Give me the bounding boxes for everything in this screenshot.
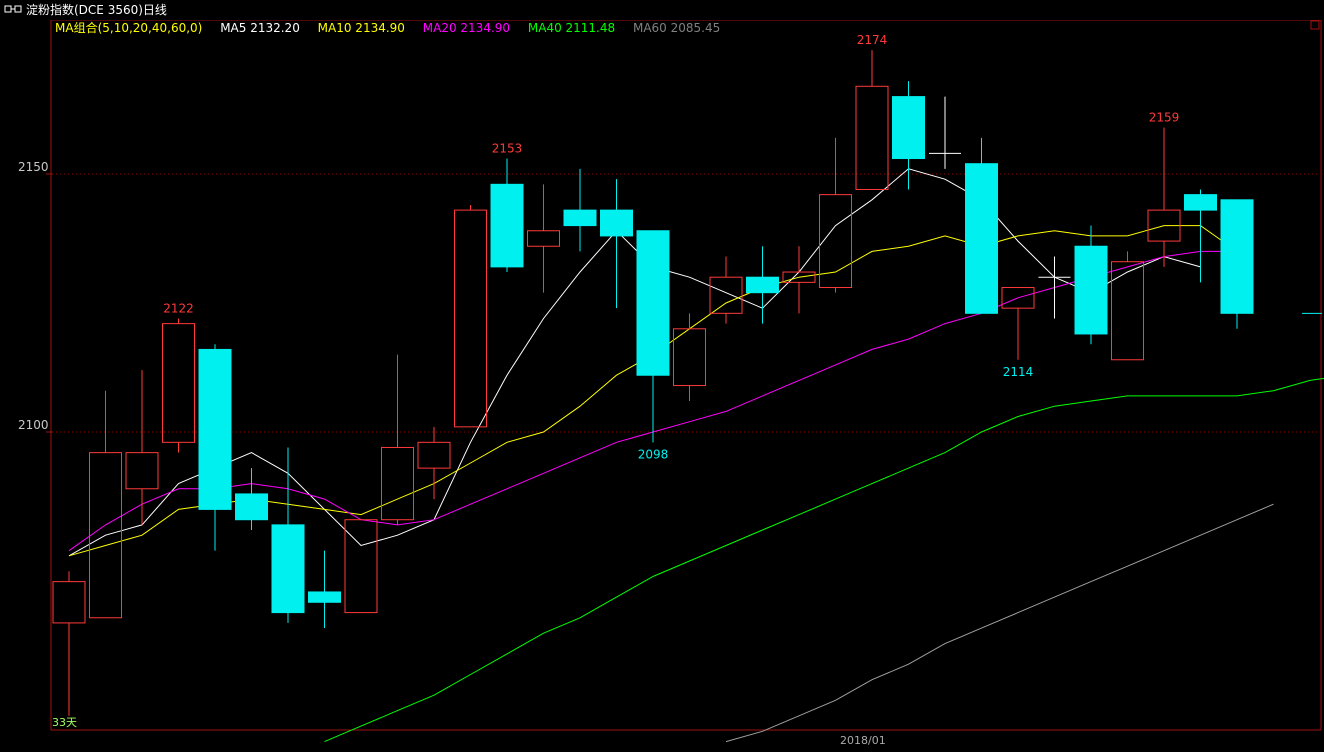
price-annotation: 2114 bbox=[1003, 365, 1034, 379]
moving-average-lines bbox=[68, 168, 1324, 743]
candle-body bbox=[308, 591, 341, 603]
price-annotation: 2153 bbox=[492, 142, 523, 156]
candle-down[interactable] bbox=[271, 447, 305, 623]
chart-title: 淀粉指数(DCE 3560)日线 bbox=[26, 3, 167, 17]
candle-up[interactable] bbox=[52, 571, 86, 716]
y-tick-label: 2150 bbox=[18, 160, 49, 174]
candle-down[interactable] bbox=[1220, 199, 1254, 329]
candle-body bbox=[490, 183, 524, 268]
candle-up[interactable] bbox=[855, 50, 889, 190]
candle-up[interactable] bbox=[673, 313, 706, 402]
candle-down[interactable] bbox=[490, 158, 524, 273]
candle-down[interactable] bbox=[892, 81, 925, 190]
period-count: 33天 bbox=[52, 716, 77, 729]
price-annotation: 2174 bbox=[857, 33, 888, 47]
candle-down[interactable] bbox=[965, 137, 998, 314]
candle-body bbox=[344, 519, 378, 614]
candle-body bbox=[563, 209, 597, 227]
candle-up[interactable] bbox=[162, 318, 195, 453]
candles[interactable] bbox=[52, 50, 1322, 716]
candle-down[interactable] bbox=[746, 246, 779, 324]
candle-up[interactable] bbox=[782, 246, 816, 314]
price-annotation: 2159 bbox=[1149, 111, 1180, 125]
kline-chart[interactable]: 2100 2150 2122 2153 2098 2174 2114 2159 bbox=[0, 0, 1324, 752]
candle-up[interactable] bbox=[344, 519, 378, 614]
price-annotations: 2122 2153 2098 2174 2114 2159 bbox=[163, 33, 1179, 461]
candle-body bbox=[454, 209, 487, 428]
chart-link-icon bbox=[4, 5, 22, 13]
candle-up[interactable] bbox=[125, 370, 159, 525]
candle-up[interactable] bbox=[819, 137, 852, 293]
candle-body bbox=[1111, 261, 1144, 361]
price-annotation: 2122 bbox=[163, 301, 194, 315]
candle-down[interactable] bbox=[1184, 189, 1217, 283]
candle-down[interactable] bbox=[308, 550, 341, 629]
ma-line-ma60 bbox=[725, 503, 1274, 743]
ma20-value: MA20 2134.90 bbox=[422, 21, 511, 35]
candle-down[interactable] bbox=[1074, 225, 1108, 345]
candle-body bbox=[235, 493, 268, 521]
candle-body bbox=[271, 524, 305, 614]
candle-body bbox=[527, 230, 560, 247]
candle-body bbox=[417, 441, 451, 469]
plot-border bbox=[50, 19, 1322, 731]
candle-body bbox=[709, 276, 743, 314]
ma-legend: MA组合(5,10,20,40,60,0) MA5 2132.20 MA10 2… bbox=[55, 20, 734, 36]
candle-up[interactable] bbox=[527, 184, 560, 293]
candle-up[interactable] bbox=[709, 256, 743, 324]
candle-body bbox=[1220, 199, 1254, 314]
candle-down[interactable] bbox=[636, 230, 670, 443]
candle-up[interactable] bbox=[929, 96, 961, 169]
candle-down[interactable] bbox=[563, 168, 597, 252]
candle-body bbox=[162, 323, 195, 443]
candle-body bbox=[1184, 194, 1217, 211]
price-annotation: 2098 bbox=[638, 447, 669, 461]
title-bar: 淀粉指数(DCE 3560)日线 bbox=[0, 0, 1324, 20]
candle-body bbox=[965, 163, 998, 314]
ma40-value: MA40 2111.48 bbox=[527, 21, 616, 35]
candle-up[interactable] bbox=[89, 390, 122, 619]
y-axis: 2100 2150 bbox=[18, 160, 52, 433]
candle-down[interactable] bbox=[198, 344, 232, 551]
menu-dots-icon[interactable] bbox=[1310, 20, 1320, 30]
candle-body bbox=[1074, 245, 1108, 335]
ma10-value: MA10 2134.90 bbox=[317, 21, 405, 35]
y-tick-label: 2100 bbox=[18, 418, 49, 432]
price-grid bbox=[52, 173, 1320, 433]
candle-up[interactable] bbox=[454, 204, 487, 428]
candle-body bbox=[125, 452, 159, 490]
candle-up[interactable] bbox=[1001, 287, 1035, 360]
candle-body bbox=[600, 209, 633, 237]
candle-body bbox=[381, 446, 414, 521]
candle-up[interactable] bbox=[1147, 127, 1181, 267]
candle-body bbox=[746, 276, 779, 294]
candle-body bbox=[892, 96, 925, 160]
ma-group-label[interactable]: MA组合(5,10,20,40,60,0) bbox=[55, 21, 202, 35]
candle-body bbox=[636, 230, 670, 376]
ma60-value: MA60 2085.45 bbox=[632, 21, 721, 35]
ma5-value: MA5 2132.20 bbox=[220, 21, 300, 35]
candle-body bbox=[52, 581, 86, 624]
ma-line-ma40 bbox=[324, 377, 1324, 743]
candle-down[interactable] bbox=[235, 468, 268, 531]
x-axis-date-label: 2018/01 bbox=[840, 734, 886, 747]
candle-body bbox=[198, 348, 232, 510]
